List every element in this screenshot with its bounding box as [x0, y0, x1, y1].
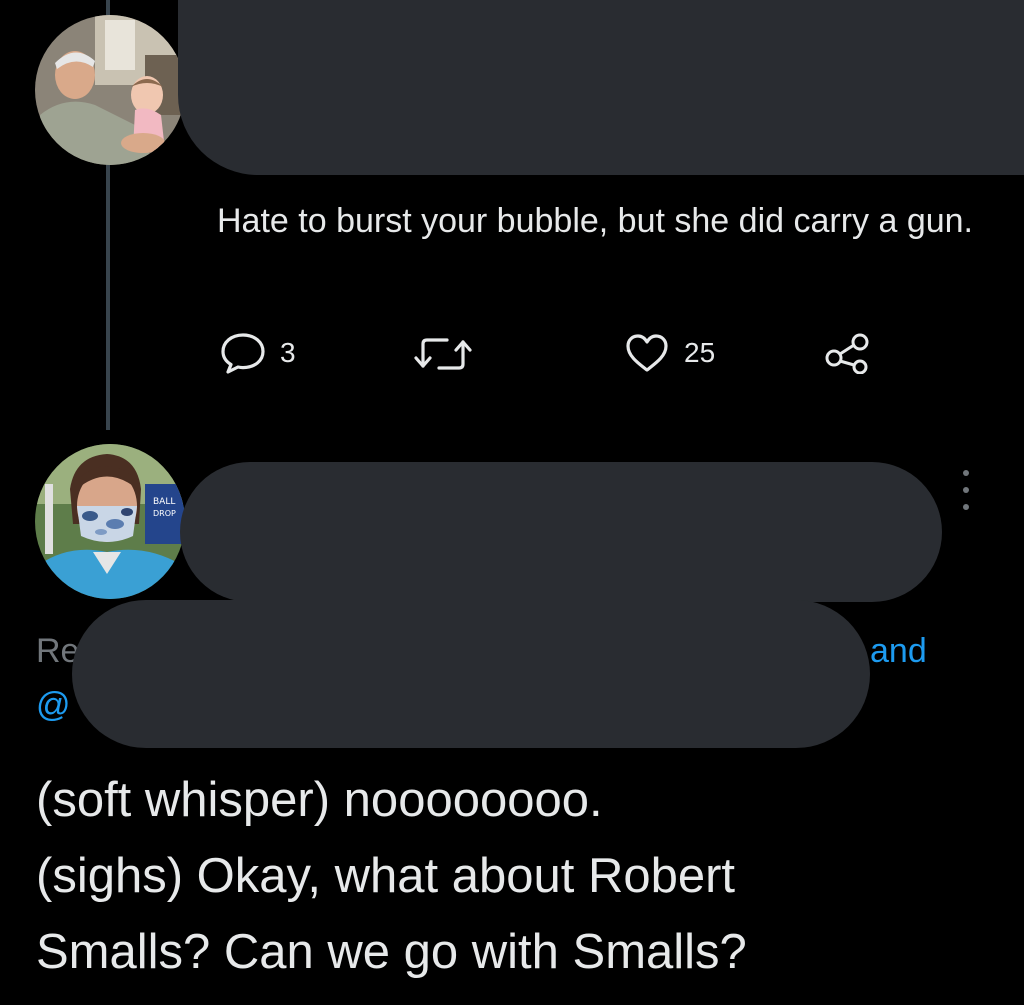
redaction-block [72, 600, 870, 748]
reply-text-line: (sighs) Okay, what about Robert [36, 849, 736, 903]
share-icon [822, 332, 872, 374]
redaction-block [180, 462, 942, 602]
more-options-icon[interactable] [958, 470, 974, 510]
retweet-icon [413, 334, 473, 374]
tweet-text: Hate to burst your bubble, but she did c… [217, 202, 974, 240]
mention-handle[interactable]: @ [36, 686, 71, 725]
share-button[interactable] [822, 332, 872, 374]
avatar[interactable] [35, 15, 185, 165]
reply-count: 3 [280, 337, 296, 368]
reply-bubble-icon [220, 332, 266, 374]
like-button[interactable]: 25 [624, 332, 715, 374]
svg-text:DROP: DROP [153, 509, 176, 518]
redaction-block [178, 0, 1024, 175]
like-count: 25 [684, 337, 716, 368]
reply-text-line: Smalls? Can we go with Smalls? [36, 925, 747, 979]
reply-text: (soft whisper) noooooooo. (sighs) Okay, … [36, 762, 996, 990]
avatar[interactable]: BALL DROP [35, 444, 185, 599]
heart-icon [624, 332, 670, 374]
replying-to-link[interactable]: and [870, 632, 927, 671]
reply-text-line: (soft whisper) noooooooo. [36, 773, 603, 827]
retweet-button[interactable] [413, 334, 473, 374]
reply-button[interactable]: 3 [220, 332, 296, 374]
svg-text:BALL: BALL [153, 497, 175, 507]
